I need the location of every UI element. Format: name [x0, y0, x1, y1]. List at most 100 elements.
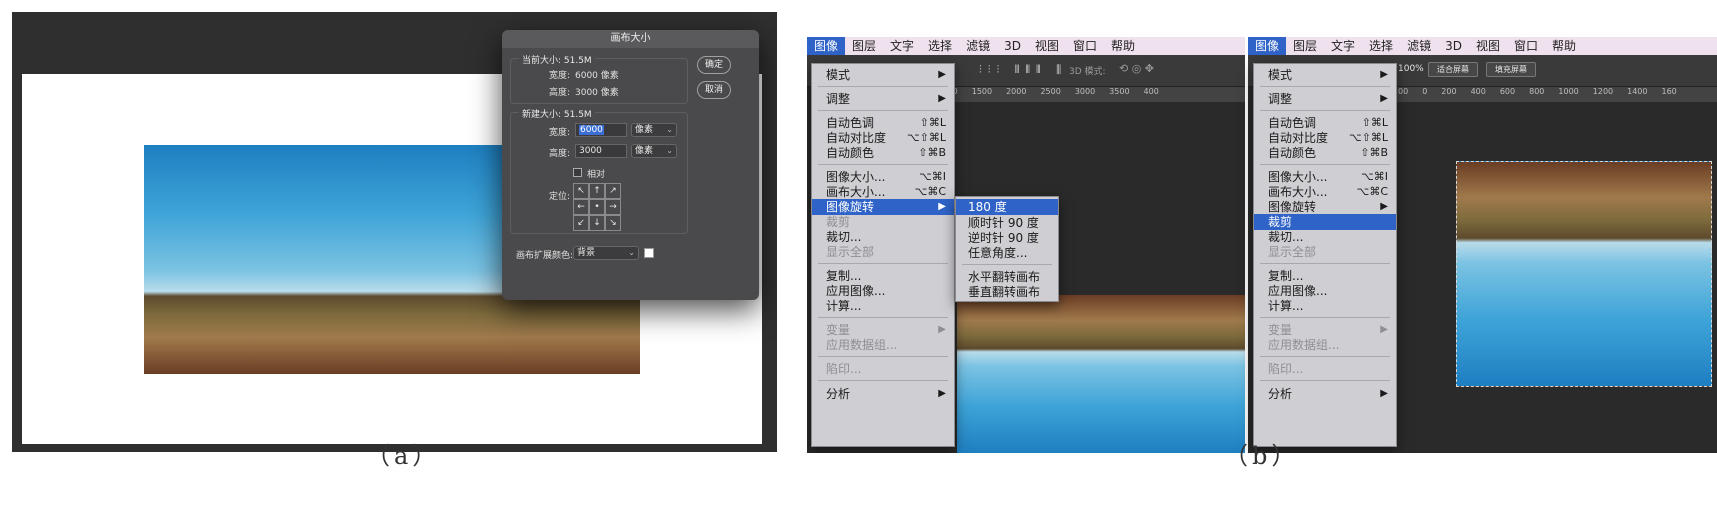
ok-button[interactable]: 确定	[697, 56, 731, 74]
menu-filter[interactable]: 滤镜	[1400, 37, 1438, 55]
fit-screen-button[interactable]: 适合屏幕	[1428, 62, 1478, 77]
menu-item-image-rotation[interactable]: 图像旋转 ▶	[1254, 199, 1396, 215]
rotate-180-item[interactable]: 180 度	[956, 199, 1058, 215]
menu-item-analysis[interactable]: 分析 ▶	[812, 386, 954, 402]
menu-item-label: 模式	[826, 68, 851, 82]
menu-item-label: 调整	[826, 92, 851, 106]
menu-item-mode[interactable]: 模式 ▶	[1254, 67, 1396, 83]
width-unit-select[interactable]: 像素 ⌄	[631, 123, 677, 137]
ruler-tick: 200	[1441, 87, 1457, 96]
menu-item-trim[interactable]: 裁切...	[812, 229, 954, 245]
menu-type[interactable]: 文字	[1324, 37, 1362, 55]
extension-color-select[interactable]: 背景 ⌄	[573, 246, 639, 260]
menu-item-duplicate[interactable]: 复制...	[812, 268, 954, 284]
menu-help[interactable]: 帮助	[1545, 37, 1583, 55]
menu-item-label: 图像旋转	[826, 200, 875, 214]
width-input-value: 6000	[579, 125, 604, 135]
menu-item-apply-image[interactable]: 应用图像...	[1254, 283, 1396, 299]
anchor-ne-icon[interactable]: ↗	[605, 183, 621, 199]
anchor-n-icon[interactable]: ↑	[589, 183, 605, 199]
zoom-value: 100%	[1398, 64, 1424, 74]
flip-horizontal-item[interactable]: 水平翻转画布	[956, 269, 1058, 285]
menu-item-image-size[interactable]: 图像大小... ⌥⌘I	[1254, 169, 1396, 185]
menu-help[interactable]: 帮助	[1104, 37, 1142, 55]
menu-item-auto-contrast[interactable]: 自动对比度 ⌥⇧⌘L	[812, 130, 954, 146]
menu-item-analysis[interactable]: 分析 ▶	[1254, 386, 1396, 402]
menu-item-auto-color[interactable]: 自动颜色 ⇧⌘B	[1254, 145, 1396, 161]
anchor-e-icon[interactable]: →	[605, 199, 621, 215]
submenu-arrow-icon: ▶	[938, 201, 946, 212]
menu-item-duplicate[interactable]: 复制...	[1254, 268, 1396, 284]
menu-item-auto-tone[interactable]: 自动色调 ⇧⌘L	[812, 115, 954, 131]
anchor-grid[interactable]: ↖ ↑ ↗ ← • → ↙ ↓ ↘	[573, 183, 621, 231]
rotate-cw-90-item[interactable]: 顺时针 90 度	[956, 215, 1058, 231]
current-size-legend: 当前大小: 51.5M	[519, 53, 595, 66]
menu-separator	[962, 264, 1052, 265]
width-input[interactable]: 6000	[575, 123, 627, 137]
menu-shortcut: ⌥⌘I	[1361, 170, 1388, 183]
menu-shortcut: ⌥⇧⌘L	[1348, 131, 1388, 144]
menu-3d[interactable]: 3D	[1438, 37, 1469, 55]
menu-item-trim[interactable]: 裁切...	[1254, 229, 1396, 245]
menu-item-adjust[interactable]: 调整 ▶	[812, 91, 954, 107]
menu-select[interactable]: 选择	[921, 37, 959, 55]
menu-item-label: 显示全部	[1268, 245, 1317, 259]
menu-3d[interactable]: 3D	[997, 37, 1028, 55]
menu-item-canvas-size[interactable]: 画布大小... ⌥⌘C	[1254, 184, 1396, 200]
menu-type[interactable]: 文字	[883, 37, 921, 55]
submenu-arrow-icon: ▶	[1380, 69, 1388, 80]
anchor-nw-icon[interactable]: ↖	[573, 183, 589, 199]
menu-item-canvas-size[interactable]: 画布大小... ⌥⌘C	[812, 184, 954, 200]
menu-item-calculations[interactable]: 计算...	[1254, 298, 1396, 314]
menu-item-auto-color[interactable]: 自动颜色 ⇧⌘B	[812, 145, 954, 161]
menu-filter[interactable]: 滤镜	[959, 37, 997, 55]
menu-item-image-rotation[interactable]: 图像旋转 ▶	[812, 199, 954, 215]
menu-item-auto-contrast[interactable]: 自动对比度 ⌥⇧⌘L	[1254, 130, 1396, 146]
chevron-down-icon: ⌄	[666, 125, 673, 134]
flip-vertical-item[interactable]: 垂直翻转画布	[956, 284, 1058, 300]
ruler-tick: 1500	[971, 87, 993, 96]
3d-tools-icons[interactable]: ⟲ ◎ ✥	[1119, 62, 1154, 75]
menu-item-calculations[interactable]: 计算...	[812, 298, 954, 314]
menu-item-apply-image[interactable]: 应用图像...	[812, 283, 954, 299]
menu-layer[interactable]: 图层	[845, 37, 883, 55]
chevron-down-icon: ⌄	[666, 146, 673, 155]
anchor-se-icon[interactable]: ↘	[605, 215, 621, 231]
menu-separator	[1260, 380, 1390, 381]
height-input[interactable]: 3000	[575, 144, 627, 158]
menu-item-mode[interactable]: 模式 ▶	[812, 67, 954, 83]
menu-window[interactable]: 窗口	[1066, 37, 1104, 55]
anchor-sw-icon[interactable]: ↙	[573, 215, 589, 231]
menu-item-image-size[interactable]: 图像大小... ⌥⌘I	[812, 169, 954, 185]
menu-select[interactable]: 选择	[1362, 37, 1400, 55]
align-icons[interactable]: ⫶⫶⫶ ⫴⫴⫴ ⫼	[979, 63, 1067, 77]
menu-item-label: 自动色调	[826, 116, 875, 130]
extension-color-swatch[interactable]	[644, 248, 654, 258]
menu-view[interactable]: 视图	[1469, 37, 1507, 55]
fill-screen-button[interactable]: 填充屏幕	[1486, 62, 1536, 77]
ruler-tick: 160	[1661, 87, 1677, 96]
anchor-s-icon[interactable]: ↓	[589, 215, 605, 231]
relative-checkbox[interactable]	[573, 168, 582, 177]
height-unit-select[interactable]: 像素 ⌄	[631, 144, 677, 158]
rotation-submenu: 180 度 顺时针 90 度 逆时针 90 度 任意角度... 水平翻转画布 垂…	[955, 196, 1059, 302]
menu-image[interactable]: 图像	[807, 37, 846, 55]
menu-separator	[818, 356, 948, 357]
menu-image[interactable]: 图像	[1248, 37, 1287, 55]
menu-item-crop[interactable]: 裁剪	[1254, 214, 1396, 230]
anchor-w-icon[interactable]: ←	[573, 199, 589, 215]
canvas-size-dialog: 画布大小 当前大小: 51.5M 宽度: 6000 像素 高度: 3000 像素…	[502, 30, 759, 300]
cancel-button[interactable]: 取消	[697, 81, 731, 99]
menu-view[interactable]: 视图	[1028, 37, 1066, 55]
menu-layer[interactable]: 图层	[1286, 37, 1324, 55]
rotate-ccw-90-item[interactable]: 逆时针 90 度	[956, 230, 1058, 246]
rotate-arbitrary-item[interactable]: 任意角度...	[956, 245, 1058, 261]
menu-window[interactable]: 窗口	[1507, 37, 1545, 55]
menu-item-auto-tone[interactable]: 自动色调 ⇧⌘L	[1254, 115, 1396, 131]
menu-item-label: 变量	[1268, 323, 1293, 337]
width-unit-value: 像素	[635, 125, 654, 135]
submenu-arrow-icon: ▶	[938, 324, 946, 335]
menu-item-adjust[interactable]: 调整 ▶	[1254, 91, 1396, 107]
menu-separator	[1260, 356, 1390, 357]
anchor-center-icon[interactable]: •	[589, 199, 605, 215]
